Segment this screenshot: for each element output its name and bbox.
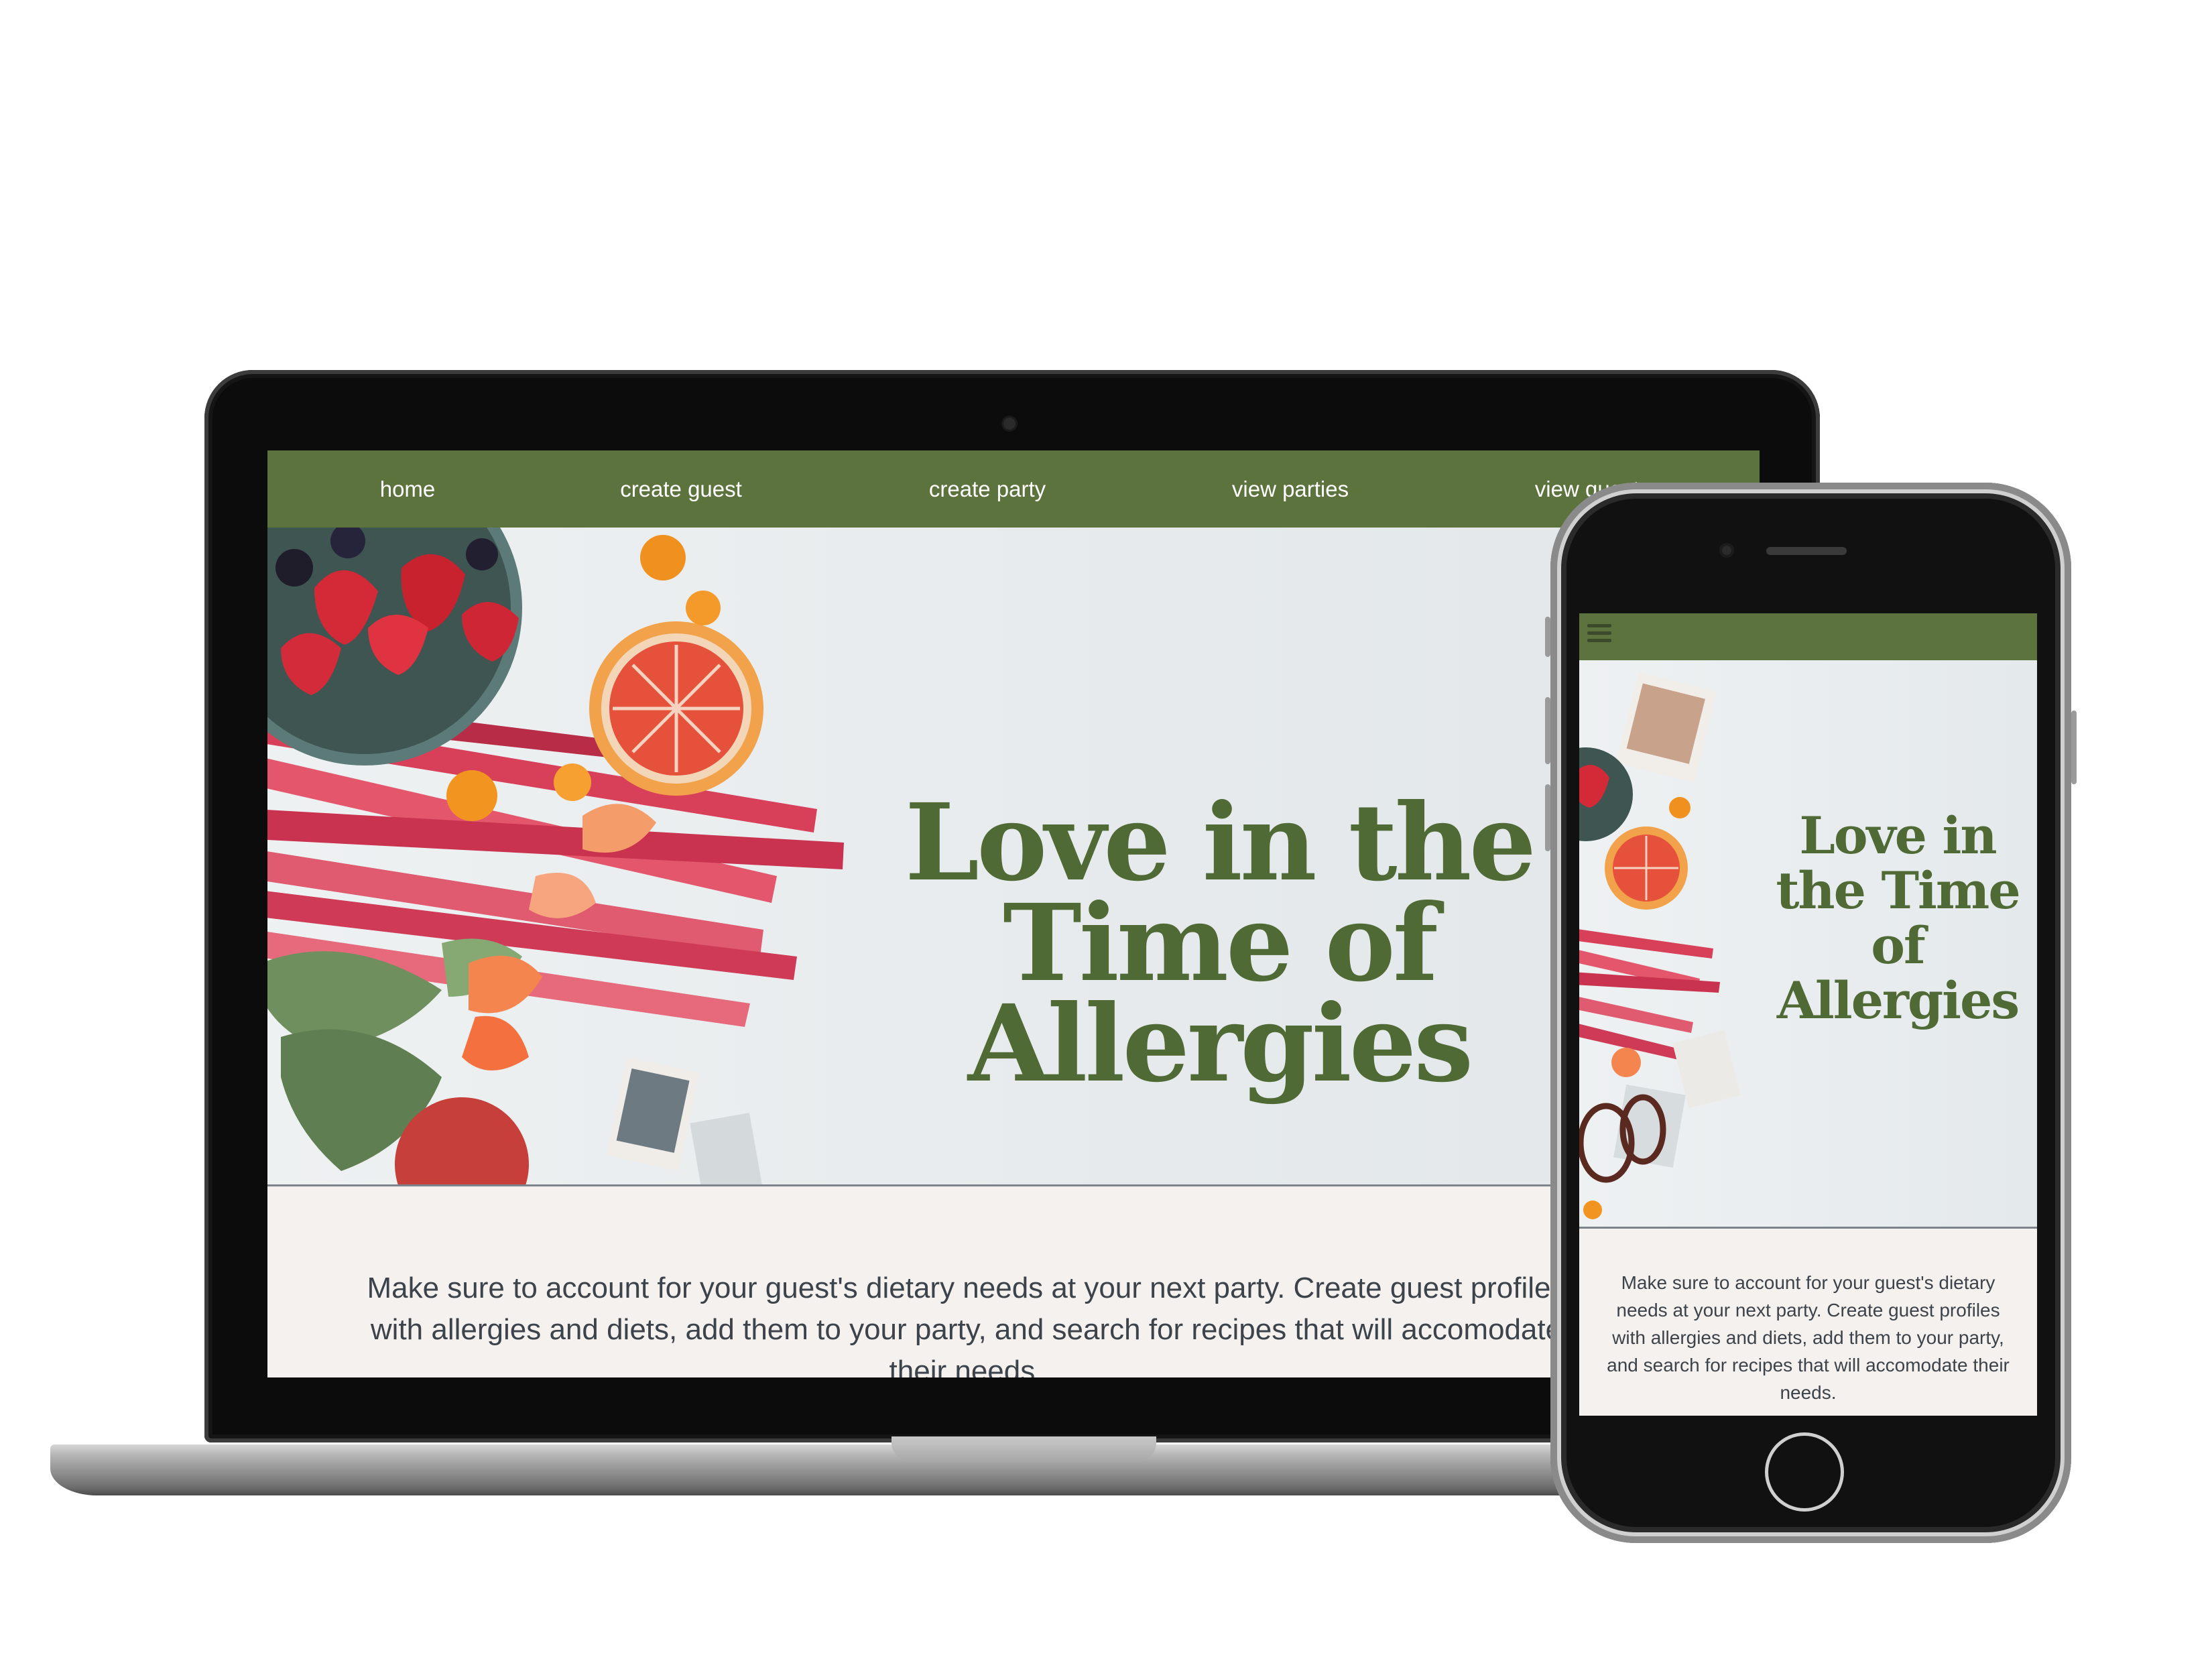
nav-link-create-party[interactable]: create party <box>929 450 1046 528</box>
phone-speaker <box>1766 547 1847 555</box>
nav-link-create-guest[interactable]: create guest <box>620 450 742 528</box>
mobile-intro-paragraph: Make sure to account for your guest's di… <box>1607 1272 2010 1403</box>
laptop-opening-notch <box>892 1436 1156 1461</box>
mobile-hero-banner: Love in the Time of Allergies <box>1579 660 2037 1229</box>
phone-front-camera <box>1719 543 1734 558</box>
laptop-camera <box>1003 418 1016 430</box>
hamburger-menu-icon[interactable] <box>1587 624 1614 650</box>
hero-banner: Love in the Time of Allergies <box>267 528 1760 1186</box>
phone-volume-down-button <box>1545 784 1550 851</box>
phone-power-button <box>2071 711 2077 784</box>
nav-link-view-parties[interactable]: view parties <box>1232 450 1349 528</box>
desktop-nav-bar: home create guest create party view part… <box>267 450 1760 528</box>
phone-silent-switch <box>1545 617 1550 657</box>
intro-paragraph: Make sure to account for your guest's di… <box>367 1272 1566 1377</box>
mobile-produce-image <box>1579 672 1741 1219</box>
nav-link-home[interactable]: home <box>380 450 436 528</box>
mobile-site: Love in the Time of Allergies Make sure … <box>1579 613 2037 1416</box>
phone-volume-up-button <box>1545 697 1550 764</box>
mobile-hero-title: Love in the Time of Allergies <box>1776 805 2020 1030</box>
produce-flatlay-image <box>267 528 844 1184</box>
mobile-nav-bar <box>1579 613 2037 660</box>
phone-home-button[interactable] <box>1765 1432 1844 1512</box>
desktop-site: home create guest create party view part… <box>267 450 1760 1377</box>
hero-title: Love in the Time of Allergies <box>904 780 1536 1106</box>
